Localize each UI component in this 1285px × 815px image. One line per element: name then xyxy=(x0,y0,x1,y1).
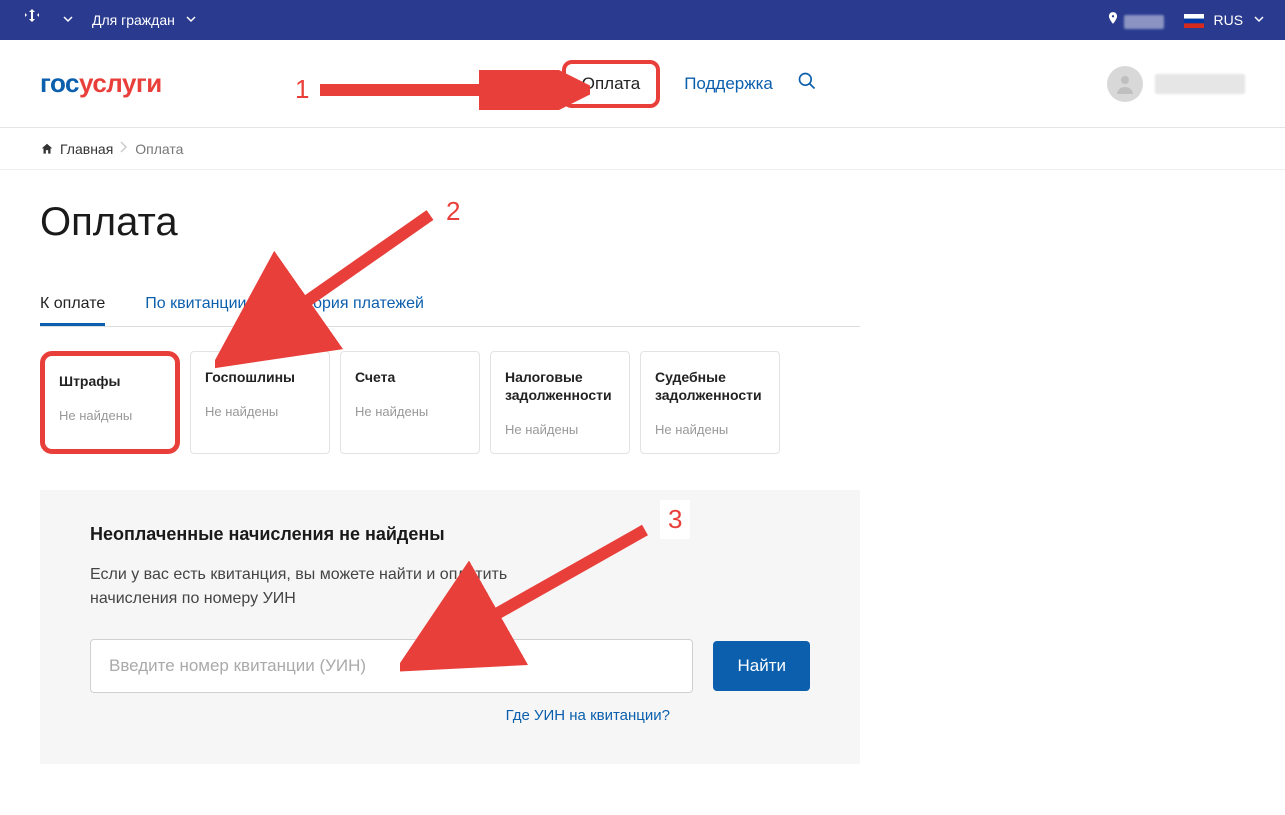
chevron-down-icon xyxy=(1253,12,1265,28)
user-block[interactable] xyxy=(1107,66,1245,102)
payment-cards: Штрафы Не найдены Госпошлины Не найдены … xyxy=(40,351,860,454)
lang-label: RUS xyxy=(1214,12,1244,28)
avatar-icon xyxy=(1107,66,1143,102)
citizens-dropdown[interactable]: Для граждан xyxy=(92,12,197,28)
card-status: Не найдены xyxy=(355,404,465,419)
language-dropdown[interactable]: RUS xyxy=(1184,12,1265,28)
arrow-2-icon xyxy=(215,205,445,375)
tab-to-pay[interactable]: К оплате xyxy=(40,285,105,326)
annotation-1: 1 xyxy=(295,74,309,105)
flag-icon xyxy=(1184,14,1204,28)
uin-help-link[interactable]: Где УИН на квитанции? xyxy=(90,707,670,724)
home-icon xyxy=(40,142,54,156)
breadcrumb-home-label: Главная xyxy=(60,141,113,157)
arrow-3-icon xyxy=(400,520,660,680)
annotation-3: 3 xyxy=(660,500,690,539)
tabs: К оплате По квитанции История платежей xyxy=(40,285,860,327)
logo-part2: услуги xyxy=(79,68,162,98)
card-court-debts[interactable]: Судебные задолженности Не найдены xyxy=(640,351,780,454)
card-title: Судебные задолженности xyxy=(655,368,765,404)
topbar-chevron[interactable] xyxy=(62,12,74,28)
main-nav: госуслуги Оплата Поддержка xyxy=(0,40,1285,128)
location-icon xyxy=(1106,11,1120,25)
top-bar: Для граждан RUS xyxy=(0,0,1285,40)
logo-part1: гос xyxy=(40,68,79,98)
card-title: Налоговые задолженности xyxy=(505,368,615,404)
card-status: Не найдены xyxy=(655,422,765,437)
breadcrumb-home[interactable]: Главная xyxy=(40,141,113,157)
topbar-right: RUS xyxy=(1106,11,1265,28)
chevron-down-icon xyxy=(185,12,197,28)
topbar-left: Для граждан xyxy=(20,7,197,34)
card-status: Не найдены xyxy=(205,404,315,419)
annotation-2: 2 xyxy=(446,196,460,227)
user-name-blur xyxy=(1155,74,1245,94)
emblem-icon xyxy=(20,7,44,34)
nav-support[interactable]: Поддержка xyxy=(684,74,773,94)
card-title: Штрафы xyxy=(59,372,161,390)
location-link[interactable] xyxy=(1106,11,1164,28)
card-status: Не найдены xyxy=(505,422,615,437)
breadcrumb: Главная Оплата xyxy=(0,128,1285,170)
page-content: Оплата К оплате По квитанции История пла… xyxy=(0,170,900,794)
citizens-label: Для граждан xyxy=(92,12,175,28)
card-status: Не найдены xyxy=(59,408,161,423)
arrow-1-icon xyxy=(315,70,590,110)
site-logo[interactable]: госуслуги xyxy=(40,68,162,99)
card-fines[interactable]: Штрафы Не найдены xyxy=(40,351,180,454)
breadcrumb-separator-icon xyxy=(119,140,129,157)
nav-links: Оплата Поддержка xyxy=(562,60,817,108)
breadcrumb-current: Оплата xyxy=(135,141,183,157)
find-button[interactable]: Найти xyxy=(713,641,810,691)
card-tax-debts[interactable]: Налоговые задолженности Не найдены xyxy=(490,351,630,454)
search-icon[interactable] xyxy=(797,71,817,96)
location-blur xyxy=(1124,15,1164,29)
